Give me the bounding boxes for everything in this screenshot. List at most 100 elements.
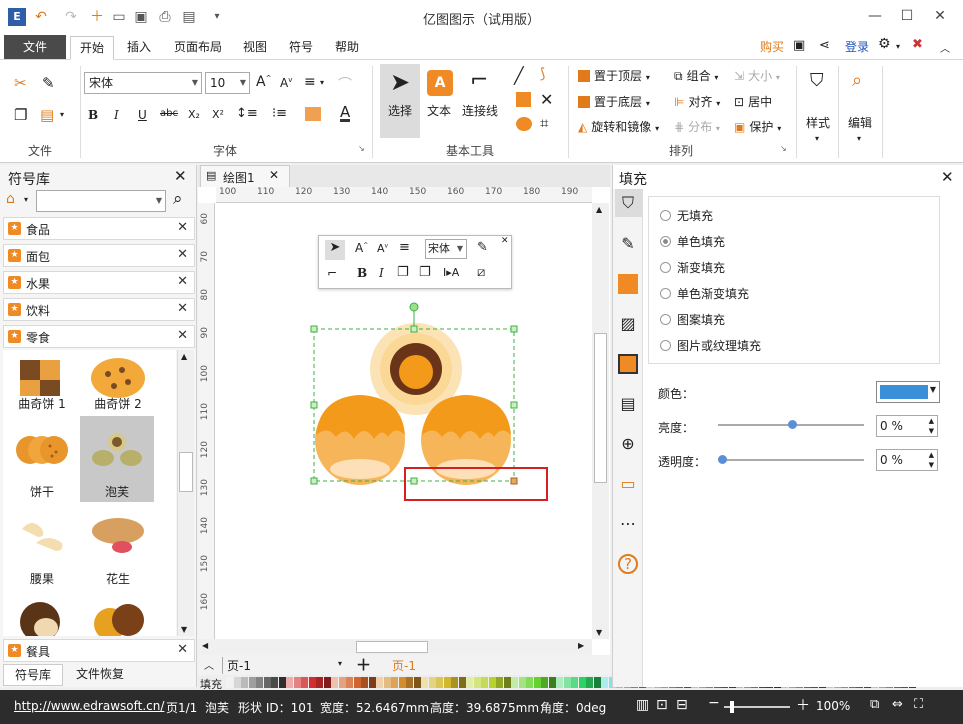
palette-swatch[interactable]	[548, 677, 556, 688]
canvas-horizontal-scrollbar[interactable]: ◀ ▶	[198, 639, 592, 655]
slider-thumb[interactable]	[730, 701, 734, 713]
tab-symbols[interactable]: 符号	[282, 36, 320, 60]
text-align-dropdown-icon[interactable]: ▾	[320, 78, 324, 87]
palette-swatch[interactable]	[593, 677, 601, 688]
palette-swatch[interactable]	[263, 677, 271, 688]
float-font-select[interactable]: 宋体 ▼	[425, 239, 467, 259]
scroll-down-icon[interactable]: ▼	[181, 625, 187, 634]
underline-icon[interactable]: U	[138, 108, 147, 122]
scroll-thumb[interactable]	[179, 452, 193, 492]
spinner-icon[interactable]: ▲ ▼	[929, 416, 934, 436]
subscript-icon[interactable]: X₂	[188, 108, 200, 121]
align-button[interactable]: ⊫ 对齐 ▾	[674, 93, 720, 110]
canvas-vertical-scrollbar[interactable]: ▲ ▼	[592, 203, 609, 639]
strikethrough-icon[interactable]: abc	[160, 108, 178, 119]
palette-swatch[interactable]	[241, 677, 248, 688]
text-tool-button[interactable]: A 文本	[424, 64, 456, 138]
arc-tool-icon[interactable]: ⟆	[540, 66, 545, 82]
scroll-up-icon[interactable]: ▲	[596, 205, 602, 214]
palette-swatch[interactable]	[406, 677, 413, 688]
close-floating-toolbar-icon[interactable]: ✕	[501, 236, 509, 246]
tab-page-layout[interactable]: 页面布局	[166, 36, 230, 60]
fill-bucket-icon[interactable]: ⛉	[618, 193, 638, 213]
radio-button-selected[interactable]	[660, 236, 671, 247]
tab-symbol-library[interactable]: 符号库	[3, 664, 63, 686]
view-mode-page-icon[interactable]: ▥	[636, 697, 649, 713]
help-icon[interactable]: ?	[618, 554, 638, 574]
hyperlink-globe-icon[interactable]: ⊕	[618, 434, 638, 454]
size-button[interactable]: ⇲ 大小 ▾	[734, 67, 780, 84]
palette-swatch[interactable]	[248, 677, 256, 688]
bring-to-front-button[interactable]: 置于顶层 ▾	[578, 67, 650, 84]
maximize-icon[interactable]: ☐	[897, 6, 917, 26]
zoom-out-icon[interactable]: −	[708, 695, 720, 711]
grow-font-icon[interactable]: A^	[256, 74, 271, 90]
radio-button[interactable]	[660, 210, 671, 221]
palette-swatch[interactable]	[233, 677, 241, 688]
connector-tool-button[interactable]: ⌐ 连接线	[460, 64, 502, 138]
line-style-icon[interactable]: ✎	[618, 234, 638, 254]
float-line-style-icon[interactable]: ⧄	[477, 265, 485, 280]
font-dialog-launcher-icon[interactable]: ↘	[358, 144, 365, 153]
cross-tool-icon[interactable]: ✕	[540, 90, 553, 109]
login-link[interactable]: 登录	[845, 38, 869, 55]
palette-swatch[interactable]	[376, 677, 383, 688]
buy-link[interactable]: 购买	[760, 38, 784, 55]
rectangle-tool-icon[interactable]	[516, 92, 531, 107]
symbol-cashew[interactable]: 腰果	[5, 503, 79, 589]
palette-swatch[interactable]	[428, 677, 436, 688]
close-fill-panel-icon[interactable]: ✕	[941, 168, 954, 186]
bold-icon[interactable]: B	[88, 108, 98, 122]
symbol-chestnut[interactable]	[5, 588, 79, 636]
palette-swatch[interactable]	[398, 677, 406, 688]
library-home-dropdown-icon[interactable]: ▾	[24, 195, 28, 204]
transparency-input[interactable]: 0 % ▲ ▼	[876, 449, 938, 471]
palette-swatch[interactable]	[293, 677, 301, 688]
palette-swatch[interactable]	[413, 677, 421, 688]
palette-swatch[interactable]	[481, 677, 488, 688]
center-button[interactable]: ⊡ 居中	[734, 93, 772, 110]
close-category-icon[interactable]: ✕	[177, 642, 188, 657]
settings-gear-icon[interactable]: ⚙	[878, 36, 891, 52]
scroll-thumb[interactable]	[594, 333, 607, 483]
tab-file-recovery[interactable]: 文件恢复	[66, 664, 134, 686]
category-fruit[interactable]: ★ 水果 ✕	[3, 271, 195, 294]
arrange-dialog-launcher-icon[interactable]: ↘	[780, 144, 787, 153]
palette-swatch[interactable]	[443, 677, 451, 688]
palette-swatch[interactable]	[436, 677, 443, 688]
palette-swatch[interactable]	[503, 677, 511, 688]
palette-swatch[interactable]	[391, 677, 398, 688]
tab-insert[interactable]: 插入	[118, 36, 160, 60]
view-mode-full-icon[interactable]: ⊟	[676, 697, 688, 713]
page-bar-collapse-icon[interactable]: ︿	[204, 657, 214, 672]
radio-button[interactable]	[660, 288, 671, 299]
symbol-peanut[interactable]: 花生	[81, 503, 155, 589]
category-bread[interactable]: ★ 面包 ✕	[3, 244, 195, 267]
fill-option-solid[interactable]: 单色填充	[660, 233, 725, 250]
fill-option-single-gradient[interactable]: 单色渐变填充	[660, 285, 749, 302]
close-category-icon[interactable]: ✕	[177, 247, 188, 262]
palette-swatch[interactable]	[308, 677, 316, 688]
palette-swatch[interactable]	[353, 677, 361, 688]
layer-icon[interactable]	[618, 354, 638, 374]
slider-thumb[interactable]	[718, 455, 727, 464]
scroll-right-icon[interactable]: ▶	[578, 641, 584, 650]
spinner-icon[interactable]: ▲ ▼	[929, 450, 934, 470]
radio-button[interactable]	[660, 340, 671, 351]
float-text-tool-icon[interactable]: I▸A	[443, 266, 459, 279]
float-italic-icon[interactable]: I	[379, 266, 384, 280]
tab-view[interactable]: 视图	[236, 36, 274, 60]
palette-swatch[interactable]	[458, 677, 466, 688]
palette-swatch[interactable]	[271, 677, 278, 688]
float-shrink-font-icon[interactable]: Av	[377, 242, 388, 255]
settings-dropdown-icon[interactable]: ▾	[896, 42, 900, 51]
palette-swatch[interactable]	[286, 677, 293, 688]
palette-swatch[interactable]	[338, 677, 346, 688]
image-icon[interactable]: ▨	[618, 314, 638, 334]
scroll-up-icon[interactable]: ▲	[181, 352, 187, 361]
shadow-icon[interactable]	[618, 274, 638, 294]
transparency-slider[interactable]	[718, 455, 864, 464]
share-icon[interactable]: ⋖	[819, 38, 830, 53]
group-button[interactable]: ⧉ 组合 ▾	[674, 67, 718, 84]
brightness-slider[interactable]	[718, 420, 864, 429]
